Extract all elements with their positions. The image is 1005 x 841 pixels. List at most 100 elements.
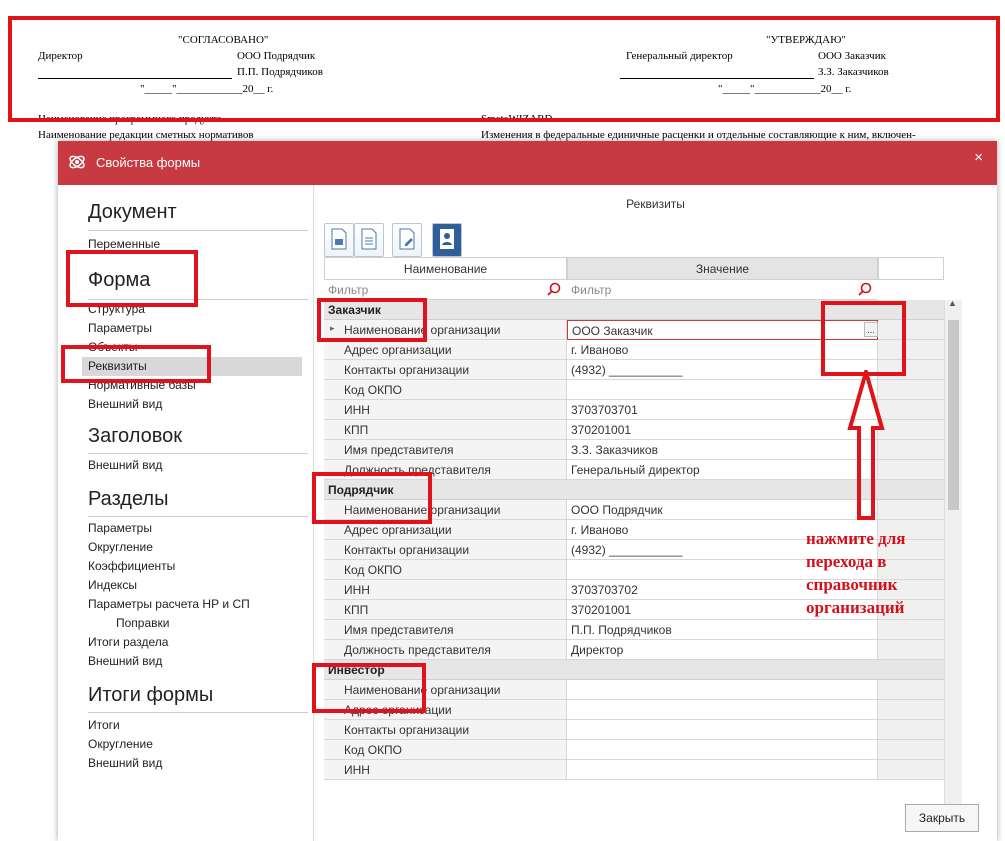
filter-value-field[interactable]: Фильтр	[567, 280, 878, 300]
requisite-name: Контакты организации	[324, 360, 567, 380]
row-spacer	[878, 760, 944, 780]
nav-item-header-appearance[interactable]: Внешний вид	[88, 456, 306, 475]
requisite-value[interactable]	[567, 720, 878, 740]
nav-item-section-totals[interactable]: Итоги раздела	[88, 633, 306, 652]
dialog-titlebar: Свойства формы ×	[58, 141, 997, 185]
requisite-name: КПП	[324, 420, 567, 440]
organization-directory-icon	[440, 229, 454, 249]
nav-item-totals-appearance[interactable]: Внешний вид	[88, 754, 306, 773]
nav-heading-sections: Разделы	[88, 488, 169, 510]
requisite-value[interactable]: 3703703701	[567, 400, 878, 420]
nav-heading-header: Заголовок	[88, 425, 183, 447]
annotation-note: нажмите для перехода в справочник органи…	[806, 529, 906, 617]
search-icon	[547, 282, 561, 296]
nav-item-totals-rounding[interactable]: Округление	[88, 735, 306, 754]
scrollbar-thumb[interactable]	[948, 320, 959, 510]
requisite-row[interactable]: ИНН	[324, 760, 944, 780]
requisite-value[interactable]: Директор	[567, 640, 878, 660]
requisite-value[interactable]	[567, 380, 878, 400]
nav-item-totals[interactable]: Итоги	[88, 716, 306, 735]
nav-heading-form-totals: Итоги формы	[88, 684, 214, 706]
requisite-name: Адрес организации	[324, 340, 567, 360]
requisite-name: Контакты организации	[324, 720, 567, 740]
column-header-name[interactable]: Наименование	[324, 257, 567, 280]
nav-divider	[88, 516, 308, 517]
doc-line2-value: Изменения в федеральные единичные расцен…	[481, 129, 916, 141]
nav-heading-document: Документ	[88, 201, 177, 223]
highlight-requisites-item	[61, 345, 211, 383]
row-spacer	[878, 740, 944, 760]
row-spacer	[878, 720, 944, 740]
requisite-name: КПП	[324, 600, 567, 620]
requisite-row[interactable]: Имя представителя П.П. Подрядчиков	[324, 620, 944, 640]
filter-name-field[interactable]: Фильтр	[324, 280, 567, 300]
up-arrow-icon	[847, 370, 885, 520]
requisite-value[interactable]: 370201001	[567, 420, 878, 440]
nav-item-form-appearance[interactable]: Внешний вид	[88, 395, 306, 414]
highlight-investor-group	[312, 663, 426, 713]
requisite-row[interactable]: Код ОКПО	[324, 740, 944, 760]
toolbar-list-button[interactable]	[354, 223, 384, 257]
requisite-value[interactable]: Генеральный директор	[567, 460, 878, 480]
row-spacer	[878, 380, 944, 400]
row-spacer	[878, 460, 944, 480]
requisite-name: Код ОКПО	[324, 560, 567, 580]
requisite-value[interactable]: ООО Подрядчик	[567, 500, 878, 520]
requisite-name: ИНН	[324, 580, 567, 600]
nav-item-corrections[interactable]: Поправки	[116, 614, 306, 633]
nav-item-rounding[interactable]: Округление	[88, 538, 306, 557]
column-header-value[interactable]: Значение	[567, 257, 878, 280]
document-import-icon	[331, 228, 347, 250]
requisite-value[interactable]	[567, 680, 878, 700]
row-spacer	[878, 400, 944, 420]
highlight-customer-group	[317, 298, 427, 342]
requisite-name: Контакты организации	[324, 540, 567, 560]
close-button[interactable]: Закрыть	[905, 804, 979, 832]
requisite-name: Должность представителя	[324, 640, 567, 660]
header-highlight-box	[8, 16, 1000, 122]
highlight-ellipsis-button	[821, 301, 906, 376]
requisite-value[interactable]	[567, 700, 878, 720]
document-list-icon	[361, 228, 377, 250]
requisite-name: ИНН	[324, 400, 567, 420]
requisite-name: Имя представителя	[324, 620, 567, 640]
scroll-up-icon[interactable]: ▲	[948, 298, 957, 308]
nav-item-coefficients[interactable]: Коэффициенты	[88, 557, 306, 576]
requisite-value[interactable]	[567, 740, 878, 760]
toolbar-organizations-button[interactable]	[432, 223, 462, 257]
row-spacer	[878, 700, 944, 720]
requisite-name: ИНН	[324, 760, 567, 780]
requisite-name: Код ОКПО	[324, 380, 567, 400]
nav-divider	[88, 712, 308, 713]
nav-item-overhead-params[interactable]: Параметры расчета НР и СП	[88, 595, 306, 614]
search-icon	[858, 282, 872, 296]
nav-item-indexes[interactable]: Индексы	[88, 576, 306, 595]
highlight-form-heading	[66, 250, 198, 307]
filter-value-placeholder: Фильтр	[571, 283, 612, 297]
column-header-spacer	[878, 257, 944, 280]
requisite-name: Имя представителя	[324, 440, 567, 460]
nav-item-parameters[interactable]: Параметры	[88, 319, 306, 338]
filter-name-placeholder: Фильтр	[328, 283, 369, 297]
highlight-contractor-group	[312, 472, 432, 524]
doc-line2-label: Наименование редакции сметных нормативов	[38, 129, 254, 141]
toolbar-edit-button[interactable]	[392, 223, 422, 257]
nav-item-section-appearance[interactable]: Внешний вид	[88, 652, 306, 671]
close-icon[interactable]: ×	[974, 149, 983, 166]
nav-divider	[88, 230, 308, 231]
row-spacer	[878, 500, 944, 520]
requisite-value[interactable]: З.З. Заказчиков	[567, 440, 878, 460]
nav-item-section-parameters[interactable]: Параметры	[88, 519, 306, 538]
requisite-row[interactable]: Контакты организации	[324, 720, 944, 740]
document-edit-icon	[399, 228, 415, 250]
dialog-title: Свойства формы	[96, 155, 201, 170]
panel-title: Реквизиты	[626, 197, 685, 211]
row-spacer	[878, 640, 944, 660]
vertical-scrollbar[interactable]: ▲ ▼	[944, 298, 962, 828]
row-spacer	[878, 420, 944, 440]
toolbar-import-button[interactable]	[324, 223, 354, 257]
row-spacer	[878, 440, 944, 460]
requisite-value[interactable]	[567, 760, 878, 780]
requisite-value[interactable]: П.П. Подрядчиков	[567, 620, 878, 640]
requisite-row[interactable]: Должность представителя Директор	[324, 640, 944, 660]
